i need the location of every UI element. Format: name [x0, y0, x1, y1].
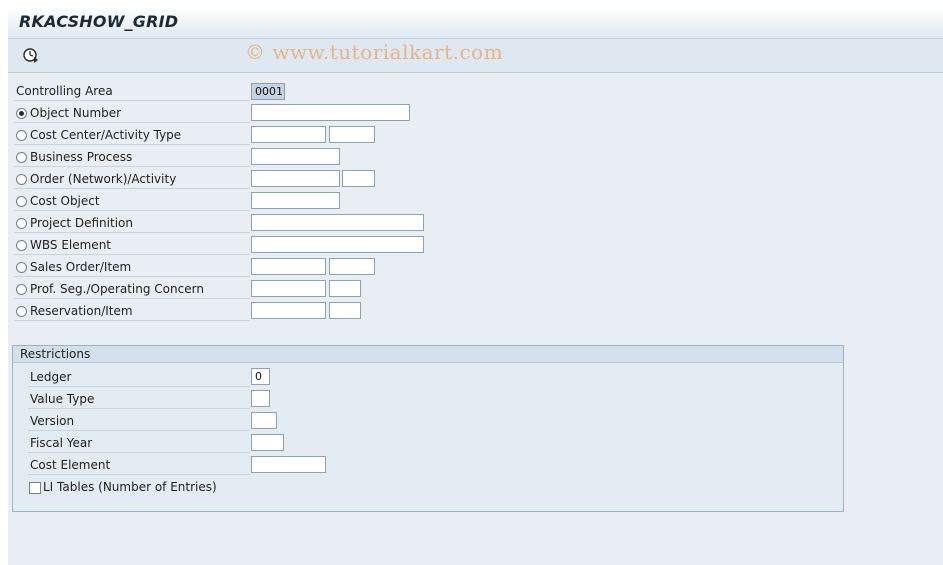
li-tables-checkbox[interactable]: [29, 482, 41, 494]
object-number-radio[interactable]: [16, 108, 27, 119]
fiscal-year-label: Fiscal Year: [30, 436, 93, 450]
object-number-field[interactable]: [251, 104, 410, 121]
controlling-area-field[interactable]: 0001: [251, 83, 285, 100]
restrictions-group-header: [12, 345, 844, 363]
project-definition-label: Project Definition: [30, 216, 133, 230]
ledger-label: Ledger: [30, 370, 72, 384]
cost-center-activity-label: Cost Center/Activity Type: [30, 128, 182, 142]
project-definition-radio[interactable]: [16, 218, 27, 229]
row-separator: [28, 386, 250, 387]
row-separator: [14, 232, 250, 233]
cost-object-label: Cost Object: [30, 194, 100, 208]
business-process-label: Business Process: [30, 150, 133, 164]
sales-order-item-radio[interactable]: [16, 262, 27, 273]
row-separator: [14, 276, 250, 277]
row-separator: [28, 408, 250, 409]
wbs-element-field[interactable]: [251, 236, 424, 253]
order-network-activity-label: Order (Network)/Activity: [30, 172, 177, 186]
cost-center-field[interactable]: [251, 126, 326, 143]
execute-button[interactable]: [21, 46, 39, 64]
sales-order-item-field[interactable]: [329, 258, 375, 275]
cost-center-activity-radio[interactable]: [16, 130, 27, 141]
row-separator: [14, 100, 250, 101]
page-title: RKACSHOW_GRID: [19, 12, 179, 31]
execute-clock-icon: [23, 48, 38, 63]
order-network-activity-radio[interactable]: [16, 174, 27, 185]
row-separator: [14, 144, 250, 145]
row-separator: [14, 298, 250, 299]
cost-object-field[interactable]: [251, 192, 340, 209]
row-separator: [28, 452, 250, 453]
version-label: Version: [30, 414, 75, 428]
object-number-label: Object Number: [30, 106, 122, 120]
fiscal-year-field[interactable]: [251, 434, 284, 451]
row-separator: [28, 430, 250, 431]
row-separator: [14, 210, 250, 211]
activity-type-field[interactable]: [329, 126, 375, 143]
version-field[interactable]: [251, 412, 277, 429]
wbs-element-label: WBS Element: [30, 238, 111, 252]
sales-order-field[interactable]: [251, 258, 326, 275]
ledger-field[interactable]: 0: [251, 368, 270, 385]
watermark-text: © www.tutorialkart.com: [245, 40, 504, 64]
value-type-field[interactable]: [251, 390, 270, 407]
business-process-radio[interactable]: [16, 152, 27, 163]
order-network-field[interactable]: [251, 170, 340, 187]
business-process-field[interactable]: [251, 148, 340, 165]
row-separator: [14, 188, 250, 189]
reservation-item-radio[interactable]: [16, 306, 27, 317]
row-separator: [14, 254, 250, 255]
prof-seg-field[interactable]: [251, 280, 326, 297]
cost-element-label: Cost Element: [30, 458, 111, 472]
cost-object-radio[interactable]: [16, 196, 27, 207]
row-separator: [28, 474, 250, 475]
restrictions-title: Restrictions: [20, 347, 91, 361]
sales-order-item-label: Sales Order/Item: [30, 260, 132, 274]
reservation-field[interactable]: [251, 302, 326, 319]
value-type-label: Value Type: [30, 392, 95, 406]
controlling-area-label: Controlling Area: [16, 84, 113, 98]
prof-seg-radio[interactable]: [16, 284, 27, 295]
reservation-item-field[interactable]: [329, 302, 361, 319]
reservation-item-label: Reservation/Item: [30, 304, 133, 318]
operating-concern-field[interactable]: [329, 280, 361, 297]
row-separator: [14, 166, 250, 167]
project-definition-field[interactable]: [251, 214, 424, 231]
li-tables-label: LI Tables (Number of Entries): [43, 480, 217, 494]
prof-seg-label: Prof. Seg./Operating Concern: [30, 282, 204, 296]
row-separator: [14, 320, 250, 321]
wbs-element-radio[interactable]: [16, 240, 27, 251]
activity-field[interactable]: [342, 170, 375, 187]
row-separator: [14, 122, 250, 123]
cost-element-field[interactable]: [251, 456, 326, 473]
